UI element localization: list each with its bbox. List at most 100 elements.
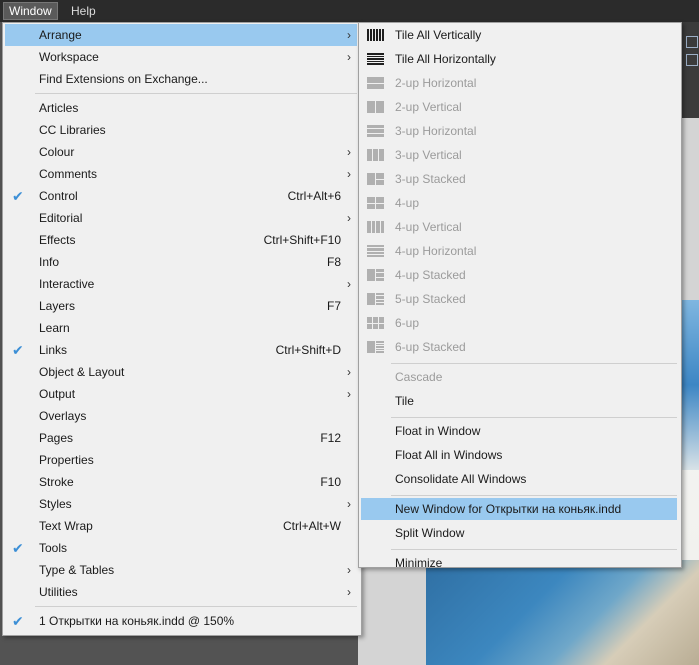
window_menu-item-text-wrap[interactable]: Text Wrap Ctrl+Alt+W	[5, 515, 357, 537]
arrange_menu-item-new-window-for-indd[interactable]: New Window for Открытки на коньяк.indd	[361, 498, 677, 520]
menu-help[interactable]: Help	[66, 3, 101, 19]
window_menu-item-control[interactable]: ✔ Control Ctrl+Alt+6	[5, 185, 357, 207]
window_menu-item-colour[interactable]: Colour ›	[5, 141, 357, 163]
chevron-right-icon: ›	[347, 277, 351, 291]
window_menu-item-interactive[interactable]: Interactive ›	[5, 273, 357, 295]
menu-item-shortcut: Ctrl+Shift+D	[275, 343, 341, 357]
arrange_menu-item-5-up-stacked: 5-up Stacked	[361, 288, 677, 310]
arrange_menu-item-3-up-horizontal: 3-up Horizontal	[361, 120, 677, 142]
arrange_menu-item-minimize[interactable]: Minimize	[361, 552, 677, 574]
arrange_menu-item-2-up-vertical: 2-up Vertical	[361, 96, 677, 118]
window_menu-item-properties[interactable]: Properties	[5, 449, 357, 471]
3up-horizontal-icon	[367, 125, 384, 137]
window_menu-item-editorial[interactable]: Editorial ›	[5, 207, 357, 229]
menu-item-label: Properties	[39, 453, 94, 467]
menu-item-label: Object & Layout	[39, 365, 125, 379]
3up-vertical-icon	[367, 149, 384, 161]
menu-separator	[35, 606, 357, 607]
menu-item-label: Styles	[39, 497, 72, 511]
menu-item-label: Editorial	[39, 211, 83, 225]
arrange_menu-item-2-up-horizontal: 2-up Horizontal	[361, 72, 677, 94]
4up-horizontal-icon	[367, 245, 384, 257]
window_menu-item-overlays[interactable]: Overlays	[5, 405, 357, 427]
frame-icon[interactable]	[686, 54, 698, 66]
window_menu-item-find-extensions-on-exchange[interactable]: Find Extensions on Exchange...	[5, 68, 357, 90]
grid-icon[interactable]	[686, 36, 698, 48]
arrange_menu-item-float-in-window[interactable]: Float in Window	[361, 420, 677, 442]
window_menu-item-articles[interactable]: Articles	[5, 97, 357, 119]
menu-item-label: Interactive	[39, 277, 95, 291]
menu-item-label: Find Extensions on Exchange...	[39, 72, 208, 86]
menu-item-label: Arrange	[39, 28, 82, 42]
window_menu-item-object-layout[interactable]: Object & Layout ›	[5, 361, 357, 383]
window_menu-item-tools[interactable]: ✔ Tools	[5, 537, 357, 559]
menu-item-label: Articles	[39, 101, 79, 115]
window_menu-item-arrange[interactable]: Arrange ›	[5, 24, 357, 46]
arrange_menu-item-split-window[interactable]: Split Window	[361, 522, 677, 544]
window_menu-item-layers[interactable]: Layers F7	[5, 295, 357, 317]
menu-item-label: Minimize	[395, 556, 443, 570]
2up-vertical-icon	[367, 101, 384, 113]
menu-item-label: Float in Window	[395, 424, 481, 438]
menu-item-label: Text Wrap	[39, 519, 93, 533]
menu-window[interactable]: Window	[3, 2, 58, 20]
4up-vertical-icon	[367, 221, 384, 233]
chevron-right-icon: ›	[347, 585, 351, 599]
arrange_menu-item-consolidate-all-windows[interactable]: Consolidate All Windows	[361, 468, 677, 490]
window_menu-item-type-tables[interactable]: Type & Tables ›	[5, 559, 357, 581]
window_menu-item-styles[interactable]: Styles ›	[5, 493, 357, 515]
menu-item-label: 3-up Vertical	[395, 148, 462, 162]
window_menu-item-output[interactable]: Output ›	[5, 383, 357, 405]
menu-separator	[391, 417, 677, 418]
arrange_menu-item-6-up-stacked: 6-up Stacked	[361, 336, 677, 358]
document-photo-edge	[680, 300, 699, 470]
tile-vertical-icon	[367, 29, 384, 41]
arrange_menu-item-float-all-in-windows[interactable]: Float All in Windows	[361, 444, 677, 466]
chevron-right-icon: ›	[347, 167, 351, 181]
menu-item-label: Info	[39, 255, 60, 269]
window_menu-item-links[interactable]: ✔ Links Ctrl+Shift+D	[5, 339, 357, 361]
window_menu-item-1-indd-150[interactable]: ✔ 1 Открытки на коньяк.indd @ 150%	[5, 610, 357, 632]
menu-item-label: Pages	[39, 431, 74, 445]
menu-item-label: Control	[39, 189, 78, 203]
6up-stacked-icon	[367, 341, 384, 353]
menu-item-label: 2-up Horizontal	[395, 76, 477, 90]
menu-item-label: 4-up	[395, 196, 420, 210]
menu-item-label: Colour	[39, 145, 75, 159]
chevron-right-icon: ›	[347, 145, 351, 159]
menu-item-shortcut: Ctrl+Alt+W	[282, 519, 341, 533]
menu-separator	[391, 495, 677, 496]
menu-item-label: Layers	[39, 299, 76, 313]
arrange_menu-item-4-up: 4-up	[361, 192, 677, 214]
2up-horizontal-icon	[367, 77, 384, 89]
arrange_menu-item-tile-all-horizontally[interactable]: Tile All Horizontally	[361, 48, 677, 70]
menu-item-shortcut: F7	[326, 299, 341, 313]
window_menu-item-utilities[interactable]: Utilities ›	[5, 581, 357, 603]
toolbar-icons	[680, 30, 699, 90]
arrange_menu-item-4-up-horizontal: 4-up Horizontal	[361, 240, 677, 262]
arrange_menu-item-tile-all-vertically[interactable]: Tile All Vertically	[361, 24, 677, 46]
menu-item-label: Tile All Horizontally	[395, 52, 496, 66]
menu-item-label: Effects	[39, 233, 76, 247]
menu-item-label: New Window for Открытки на коньяк.indd	[395, 502, 622, 516]
window_menu-item-learn[interactable]: Learn	[5, 317, 357, 339]
menu-item-label: Workspace	[39, 50, 99, 64]
5up-stacked-icon	[367, 293, 384, 305]
window_menu-item-cc-libraries[interactable]: CC Libraries	[5, 119, 357, 141]
menu-item-label: CC Libraries	[39, 123, 106, 137]
menu-item-label: Output	[39, 387, 76, 401]
menu-item-shortcut: Ctrl+Alt+6	[287, 189, 341, 203]
window_menu-item-pages[interactable]: Pages F12	[5, 427, 357, 449]
window_menu-item-stroke[interactable]: Stroke F10	[5, 471, 357, 493]
window_menu-item-info[interactable]: Info F8	[5, 251, 357, 273]
window_menu-item-effects[interactable]: Effects Ctrl+Shift+F10	[5, 229, 357, 251]
window_menu-item-workspace[interactable]: Workspace ›	[5, 46, 357, 68]
4up-stacked-icon	[367, 269, 384, 281]
6up-icon	[367, 317, 384, 329]
arrange_menu-item-4-up-stacked: 4-up Stacked	[361, 264, 677, 286]
checkmark-icon: ✔	[12, 613, 24, 629]
chevron-right-icon: ›	[347, 365, 351, 379]
window_menu-item-comments[interactable]: Comments ›	[5, 163, 357, 185]
chevron-right-icon: ›	[347, 28, 351, 42]
arrange_menu-item-tile[interactable]: Tile	[361, 390, 677, 412]
